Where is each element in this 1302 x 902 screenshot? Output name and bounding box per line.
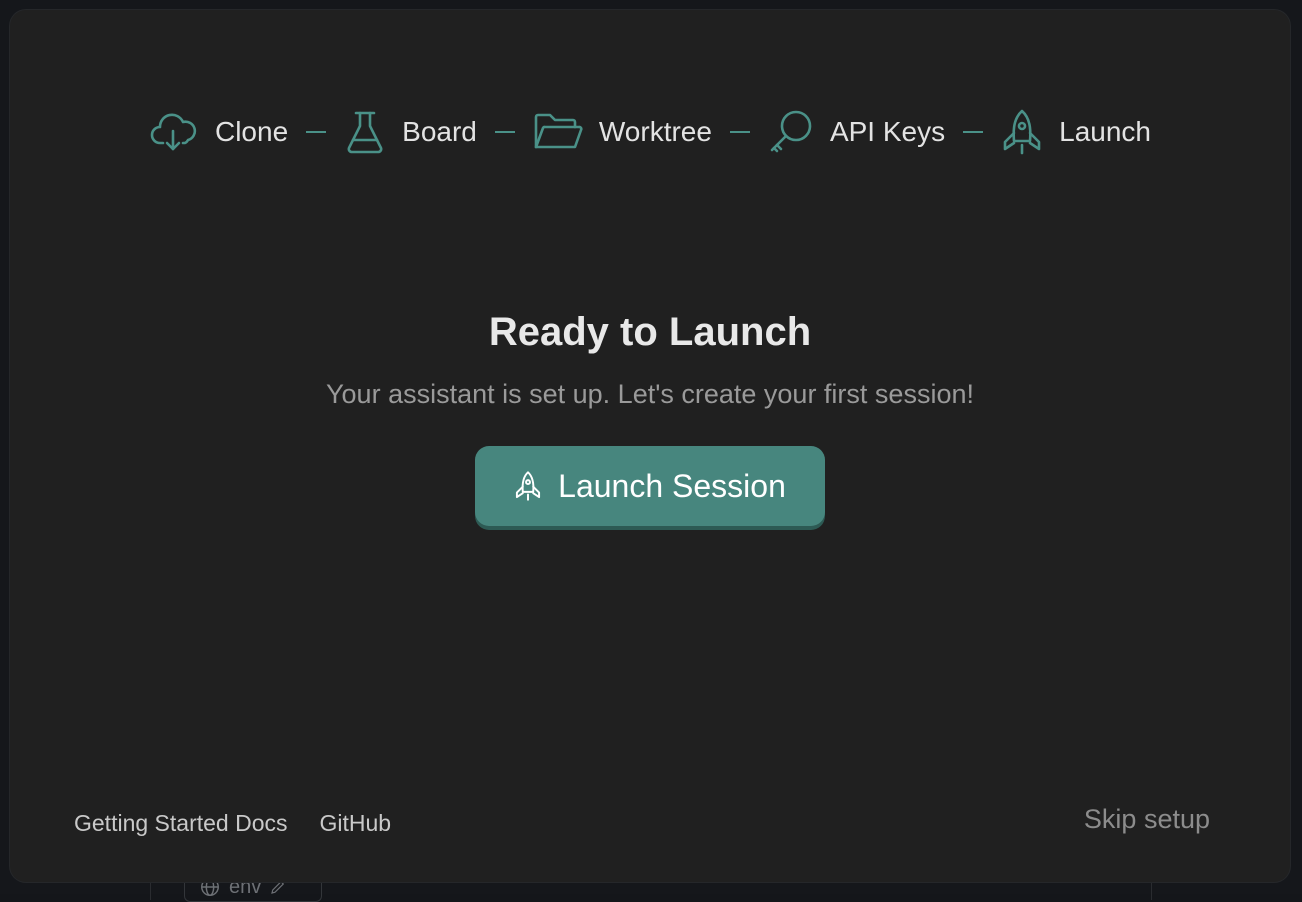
step-launch-label: Launch [1059,116,1151,147]
page-subtitle: Your assistant is set up. Let's create y… [326,379,974,409]
step-board[interactable]: Board [344,110,477,154]
flask-icon [347,111,383,154]
skip-setup-button[interactable]: Skip setup [1084,804,1210,835]
getting-started-docs-link[interactable]: Getting Started Docs [74,810,288,837]
launch-session-button[interactable]: Launch Session [475,446,825,526]
step-worktree-label: Worktree [598,116,712,147]
step-separator [729,131,750,133]
launch-panel: Ready to Launch Your assistant is set up… [10,306,1290,526]
step-separator [963,131,984,133]
key-icon [770,110,812,153]
github-link[interactable]: GitHub [320,810,392,837]
step-worktree[interactable]: Worktree [533,112,712,152]
cloud-download-icon [150,113,197,151]
step-launch[interactable]: Launch [1001,109,1151,155]
step-clone[interactable]: Clone [149,111,288,153]
step-clone-label: Clone [214,116,289,147]
onboarding-modal: Clone Board Worktree API Keys Launch Rea… [10,10,1290,882]
folder-open-icon [534,113,583,149]
step-separator [306,131,327,133]
rocket-icon [516,471,541,501]
page-title: Ready to Launch [488,310,812,354]
launch-session-label: Launch Session [558,467,786,504]
step-separator [494,131,515,133]
setup-stepper: Clone Board Worktree API Keys Launch [10,102,1290,162]
rocket-icon [1003,109,1041,155]
step-board-label: Board [402,116,477,147]
footer-links: Getting Started Docs GitHub [74,810,391,837]
step-api-keys[interactable]: API Keys [768,109,945,155]
step-api-keys-label: API Keys [829,116,946,147]
